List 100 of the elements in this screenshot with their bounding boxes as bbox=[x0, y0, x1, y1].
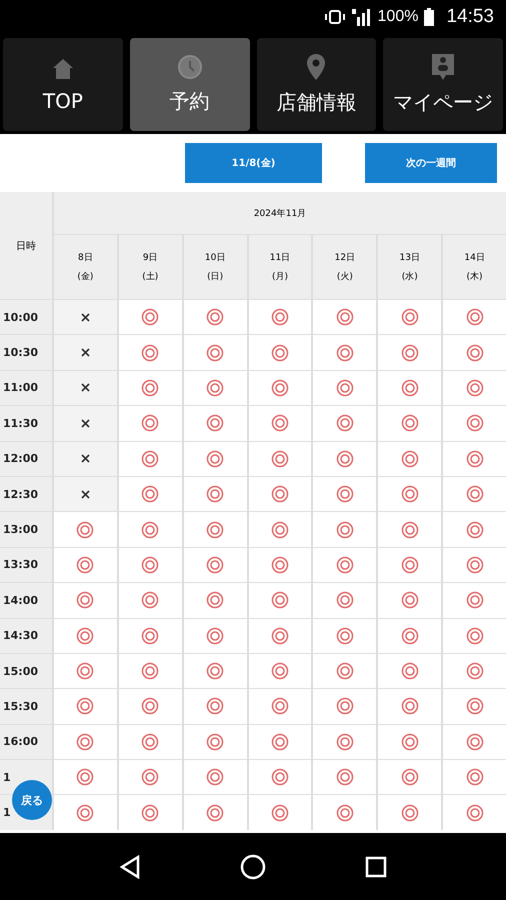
slot-cell[interactable] bbox=[378, 406, 442, 441]
slot-cell[interactable] bbox=[118, 760, 182, 794]
slot-cell[interactable] bbox=[378, 689, 442, 724]
slot-cell[interactable] bbox=[443, 654, 506, 688]
slot-cell[interactable] bbox=[378, 548, 442, 582]
slot-cell[interactable] bbox=[184, 583, 247, 618]
slot-cell[interactable] bbox=[248, 760, 312, 794]
slot-cell[interactable] bbox=[248, 442, 312, 476]
slot-cell[interactable] bbox=[118, 476, 182, 512]
slot-cell[interactable] bbox=[54, 512, 117, 547]
nav-tab[interactable]: TOP bbox=[3, 38, 123, 131]
slot-cell[interactable] bbox=[248, 689, 312, 724]
slot-cell[interactable] bbox=[443, 795, 506, 830]
slot-cell[interactable] bbox=[118, 370, 182, 406]
slot-cell[interactable] bbox=[378, 300, 442, 334]
slot-cell[interactable] bbox=[313, 335, 376, 370]
slot-cell[interactable] bbox=[248, 370, 312, 406]
slot-cell[interactable] bbox=[313, 795, 376, 830]
slot-cell[interactable] bbox=[184, 760, 247, 794]
slot-cell[interactable] bbox=[443, 300, 506, 334]
home-icon[interactable] bbox=[240, 854, 266, 880]
slot-cell[interactable] bbox=[248, 654, 312, 688]
slot-cell[interactable] bbox=[54, 654, 117, 688]
slot-cell[interactable] bbox=[378, 760, 442, 794]
slot-cell[interactable] bbox=[54, 689, 117, 724]
slot-cell[interactable] bbox=[443, 442, 506, 476]
slot-cell[interactable] bbox=[313, 654, 376, 688]
slot-cell[interactable] bbox=[378, 583, 442, 618]
slot-cell[interactable] bbox=[118, 654, 182, 688]
slot-cell[interactable] bbox=[443, 512, 506, 547]
slot-cell[interactable] bbox=[443, 406, 506, 441]
slot-cell[interactable] bbox=[248, 406, 312, 441]
slot-cell[interactable] bbox=[443, 760, 506, 794]
slot-cell[interactable] bbox=[378, 442, 442, 476]
slot-cell[interactable] bbox=[443, 370, 506, 406]
slot-cell[interactable] bbox=[313, 618, 376, 653]
slot-cell[interactable] bbox=[54, 795, 117, 830]
slot-cell[interactable] bbox=[54, 760, 117, 794]
slot-cell[interactable] bbox=[54, 583, 117, 618]
slot-cell[interactable] bbox=[184, 689, 247, 724]
recent-apps-icon[interactable] bbox=[364, 856, 387, 878]
slot-cell[interactable] bbox=[378, 512, 442, 547]
slot-cell[interactable] bbox=[118, 618, 182, 653]
slot-cell[interactable] bbox=[313, 724, 376, 760]
back-icon[interactable] bbox=[119, 854, 142, 878]
slot-cell[interactable] bbox=[313, 370, 376, 406]
slot-cell[interactable] bbox=[313, 476, 376, 512]
slot-cell[interactable] bbox=[443, 618, 506, 653]
slot-cell[interactable] bbox=[184, 618, 247, 653]
slot-cell[interactable] bbox=[248, 300, 312, 334]
slot-cell[interactable] bbox=[184, 406, 247, 441]
slot-cell[interactable] bbox=[248, 724, 312, 760]
slot-cell[interactable] bbox=[118, 548, 182, 582]
slot-cell[interactable] bbox=[118, 300, 182, 334]
slot-cell[interactable] bbox=[313, 512, 376, 547]
slot-cell[interactable] bbox=[184, 335, 247, 370]
slot-cell[interactable] bbox=[443, 476, 506, 512]
slot-cell[interactable] bbox=[313, 548, 376, 582]
slot-cell[interactable] bbox=[118, 583, 182, 618]
slot-cell[interactable] bbox=[378, 335, 442, 370]
slot-cell[interactable] bbox=[54, 724, 117, 760]
slot-cell[interactable] bbox=[443, 548, 506, 582]
slot-cell[interactable] bbox=[248, 335, 312, 370]
slot-cell[interactable] bbox=[184, 370, 247, 406]
slot-cell[interactable] bbox=[54, 548, 117, 582]
slot-cell[interactable] bbox=[184, 512, 247, 547]
slot-cell[interactable] bbox=[184, 476, 247, 512]
slot-cell[interactable] bbox=[313, 583, 376, 618]
slot-cell[interactable] bbox=[118, 724, 182, 760]
slot-cell[interactable] bbox=[443, 689, 506, 724]
nav-tab[interactable]: 店舗情報 bbox=[256, 38, 376, 131]
slot-cell[interactable] bbox=[378, 795, 442, 830]
slot-cell[interactable] bbox=[184, 442, 247, 476]
slot-cell[interactable] bbox=[248, 618, 312, 653]
slot-cell[interactable] bbox=[313, 760, 376, 794]
slot-cell[interactable] bbox=[378, 654, 442, 688]
slot-cell[interactable] bbox=[184, 795, 247, 830]
nav-tab[interactable]: マイページ bbox=[383, 38, 503, 131]
slot-cell[interactable] bbox=[184, 300, 247, 334]
slot-cell[interactable] bbox=[118, 442, 182, 476]
slot-cell[interactable] bbox=[184, 548, 247, 582]
slot-cell[interactable] bbox=[118, 512, 182, 547]
slot-cell[interactable] bbox=[118, 406, 182, 441]
slot-cell[interactable] bbox=[184, 724, 247, 760]
week-button[interactable]: 11/8(金) bbox=[185, 143, 322, 183]
slot-cell[interactable] bbox=[118, 795, 182, 830]
slot-cell[interactable] bbox=[248, 548, 312, 582]
slot-cell[interactable] bbox=[378, 370, 442, 406]
slot-cell[interactable] bbox=[378, 724, 442, 760]
slot-cell[interactable] bbox=[54, 618, 117, 653]
slot-cell[interactable] bbox=[313, 300, 376, 334]
slot-cell[interactable] bbox=[118, 335, 182, 370]
week-button[interactable]: 次の一週間 bbox=[365, 143, 497, 183]
slot-cell[interactable] bbox=[248, 512, 312, 547]
slot-cell[interactable] bbox=[378, 476, 442, 512]
slot-cell[interactable] bbox=[313, 442, 376, 476]
slot-cell[interactable] bbox=[443, 335, 506, 370]
slot-cell[interactable] bbox=[443, 724, 506, 760]
slot-cell[interactable] bbox=[313, 689, 376, 724]
slot-cell[interactable] bbox=[313, 406, 376, 441]
